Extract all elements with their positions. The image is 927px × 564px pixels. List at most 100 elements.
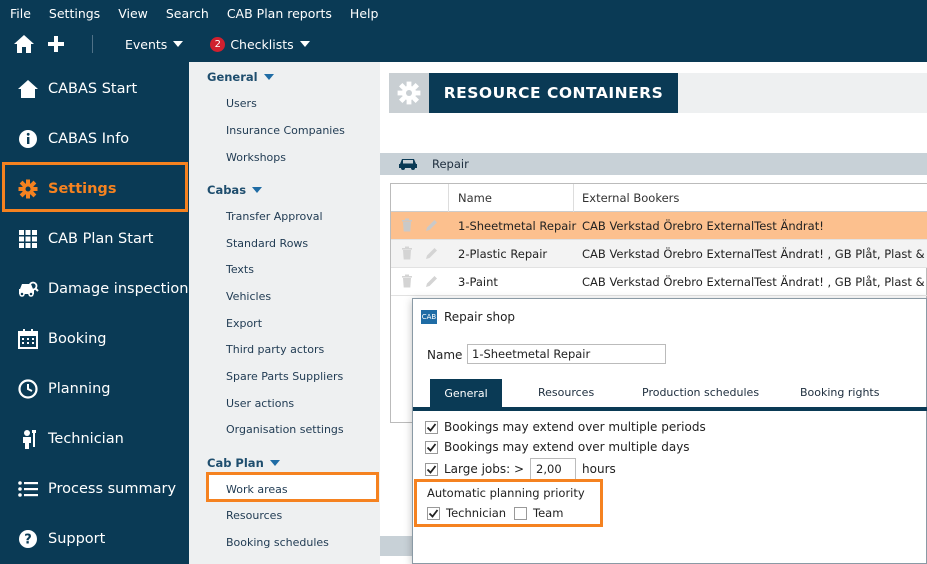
- name-label: Name: [427, 348, 463, 362]
- pencil-icon[interactable]: [425, 274, 439, 288]
- toolbar-separator: [92, 35, 93, 53]
- subnav-item-users[interactable]: Users: [226, 97, 257, 110]
- row-external-bookers: CAB Verkstad Örebro ExternalTest Ändrat!…: [582, 247, 927, 261]
- subnav-item-export[interactable]: Export: [226, 317, 262, 330]
- menu-settings[interactable]: Settings: [49, 6, 100, 21]
- column-header-external-bookers[interactable]: External Bookers: [582, 191, 679, 205]
- menu-file[interactable]: File: [10, 6, 31, 21]
- subnav-item-vehicles[interactable]: Vehicles: [226, 290, 271, 303]
- tab-resources[interactable]: Resources: [538, 386, 594, 399]
- sidebar-item-planning[interactable]: Planning: [0, 364, 189, 414]
- row-external-bookers: CAB Verkstad Örebro ExternalTest Ändrat!: [582, 219, 824, 233]
- priority-team-option[interactable]: Team: [514, 506, 563, 520]
- trash-icon[interactable]: [401, 246, 413, 260]
- large-jobs-checkbox[interactable]: [425, 462, 438, 476]
- trash-icon[interactable]: [401, 218, 413, 232]
- sidebar-item-label: Process summary: [48, 481, 177, 497]
- multiple-periods-checkbox[interactable]: [425, 420, 438, 434]
- large-jobs-hours-input[interactable]: 2,00: [530, 458, 577, 480]
- menu-cab-plan-reports[interactable]: CAB Plan reports: [227, 6, 332, 21]
- subnav-item-texts[interactable]: Texts: [226, 263, 254, 276]
- column-header-name[interactable]: Name: [458, 191, 492, 205]
- events-dropdown[interactable]: Events: [125, 37, 184, 52]
- subnav-header-label: General: [207, 70, 258, 84]
- subnav-header-general[interactable]: General: [207, 70, 274, 84]
- subnav-header-cab-plan[interactable]: Cab Plan: [207, 456, 280, 470]
- technician-checkbox[interactable]: [427, 506, 440, 520]
- menu-search[interactable]: Search: [166, 6, 209, 21]
- option-label: Team: [533, 506, 564, 520]
- sidebar-item-cab-plan-start[interactable]: CAB Plan Start: [0, 214, 189, 264]
- row-name: 2-Plastic Repair: [458, 247, 548, 261]
- sidebar-item-label: CAB Plan Start: [48, 231, 154, 247]
- multiple-days-checkbox[interactable]: [425, 440, 438, 454]
- toolbar: Events 2 Checklists: [0, 26, 927, 62]
- home-icon[interactable]: [12, 32, 36, 56]
- subnav-item-third-party-actors[interactable]: Third party actors: [226, 343, 324, 356]
- section-header-repair[interactable]: Repair: [380, 153, 927, 175]
- tab-booking-rights[interactable]: Booking rights: [800, 386, 879, 399]
- table-row[interactable]: 3-Paint CAB Verkstad Örebro ExternalTest…: [391, 268, 927, 296]
- option-multiple-periods[interactable]: Bookings may extend over multiple period…: [425, 420, 706, 434]
- pencil-icon[interactable]: [425, 218, 439, 232]
- page-header: RESOURCE CONTAINERS: [389, 73, 678, 113]
- section-label: Repair: [432, 157, 469, 171]
- planning-priority-group: Automatic planning priority Technician T…: [414, 479, 603, 527]
- grid-header: Name External Bookers: [391, 184, 927, 212]
- repair-shop-dialog: CAB Repair shop Name 1-Sheetmetal Repair…: [412, 298, 927, 564]
- chevron-down-icon: [299, 41, 310, 47]
- cab-logo-icon: CAB: [421, 310, 437, 324]
- subnav-item-user-actions[interactable]: User actions: [226, 397, 294, 410]
- subnav-item-transfer-approval[interactable]: Transfer Approval: [226, 210, 323, 223]
- option-label: Large jobs: >: [444, 462, 525, 476]
- hours-label: hours: [582, 462, 616, 476]
- option-multiple-days[interactable]: Bookings may extend over multiple days: [425, 440, 690, 454]
- trash-icon[interactable]: [401, 274, 413, 288]
- car-icon: [399, 159, 417, 170]
- priority-technician-option[interactable]: Technician: [427, 506, 506, 520]
- car-search-icon: [16, 277, 40, 301]
- info-icon: [16, 127, 40, 151]
- clock-icon: [16, 377, 40, 401]
- table-row[interactable]: 1-Sheetmetal Repair CAB Verkstad Örebro …: [391, 212, 927, 240]
- list-icon: [16, 477, 40, 501]
- subnav-item-booking-schedules[interactable]: Booking schedules: [226, 536, 329, 549]
- sidebar-item-support[interactable]: ? Support: [0, 514, 189, 564]
- name-input[interactable]: 1-Sheetmetal Repair: [467, 344, 666, 364]
- table-row[interactable]: 2-Plastic Repair CAB Verkstad Örebro Ext…: [391, 240, 927, 268]
- menu-help[interactable]: Help: [350, 6, 379, 21]
- subnav-item-resources[interactable]: Resources: [226, 509, 282, 522]
- sidebar-item-label: Planning: [48, 381, 111, 397]
- plus-icon[interactable]: [44, 32, 68, 56]
- sidebar-item-damage-inspection[interactable]: Damage inspection: [0, 264, 189, 314]
- question-icon: ?: [16, 527, 40, 551]
- subnav-item-standard-rows[interactable]: Standard Rows: [226, 237, 308, 250]
- sidebar-item-cabas-info[interactable]: CABAS Info: [0, 114, 189, 164]
- chevron-down-icon: [252, 187, 263, 193]
- settings-subnav: General Users Insurance Companies Worksh…: [189, 62, 380, 564]
- tab-general[interactable]: General: [430, 379, 502, 407]
- column-divider: [448, 184, 449, 212]
- pencil-icon[interactable]: [425, 246, 439, 260]
- calendar-icon: [16, 327, 40, 351]
- sidebar-item-booking[interactable]: Booking: [0, 314, 189, 364]
- sidebar-item-process-summary[interactable]: Process summary: [0, 464, 189, 514]
- subnav-item-organisation-settings[interactable]: Organisation settings: [226, 423, 344, 436]
- dialog-title: Repair shop: [444, 310, 516, 324]
- subnav-item-insurance-companies[interactable]: Insurance Companies: [226, 124, 345, 137]
- menu-bar: File Settings View Search CAB Plan repor…: [0, 0, 927, 26]
- sidebar-item-technician[interactable]: Technician: [0, 414, 189, 464]
- option-large-jobs[interactable]: Large jobs: > 2,00 hours: [425, 458, 616, 480]
- tab-production-schedules[interactable]: Production schedules: [642, 386, 759, 399]
- grid-icon: [16, 227, 40, 251]
- sidebar-item-label: Technician: [48, 431, 124, 447]
- checklists-dropdown[interactable]: 2 Checklists: [210, 36, 310, 52]
- subnav-header-label: Cab Plan: [207, 456, 264, 470]
- subnav-item-spare-parts-suppliers[interactable]: Spare Parts Suppliers: [226, 370, 343, 383]
- subnav-item-work-areas[interactable]: Work areas: [226, 483, 288, 496]
- sidebar-item-cabas-start[interactable]: CABAS Start: [0, 64, 189, 114]
- subnav-item-workshops[interactable]: Workshops: [226, 151, 286, 164]
- team-checkbox[interactable]: [514, 506, 527, 520]
- menu-view[interactable]: View: [118, 6, 148, 21]
- subnav-header-cabas[interactable]: Cabas: [207, 183, 263, 197]
